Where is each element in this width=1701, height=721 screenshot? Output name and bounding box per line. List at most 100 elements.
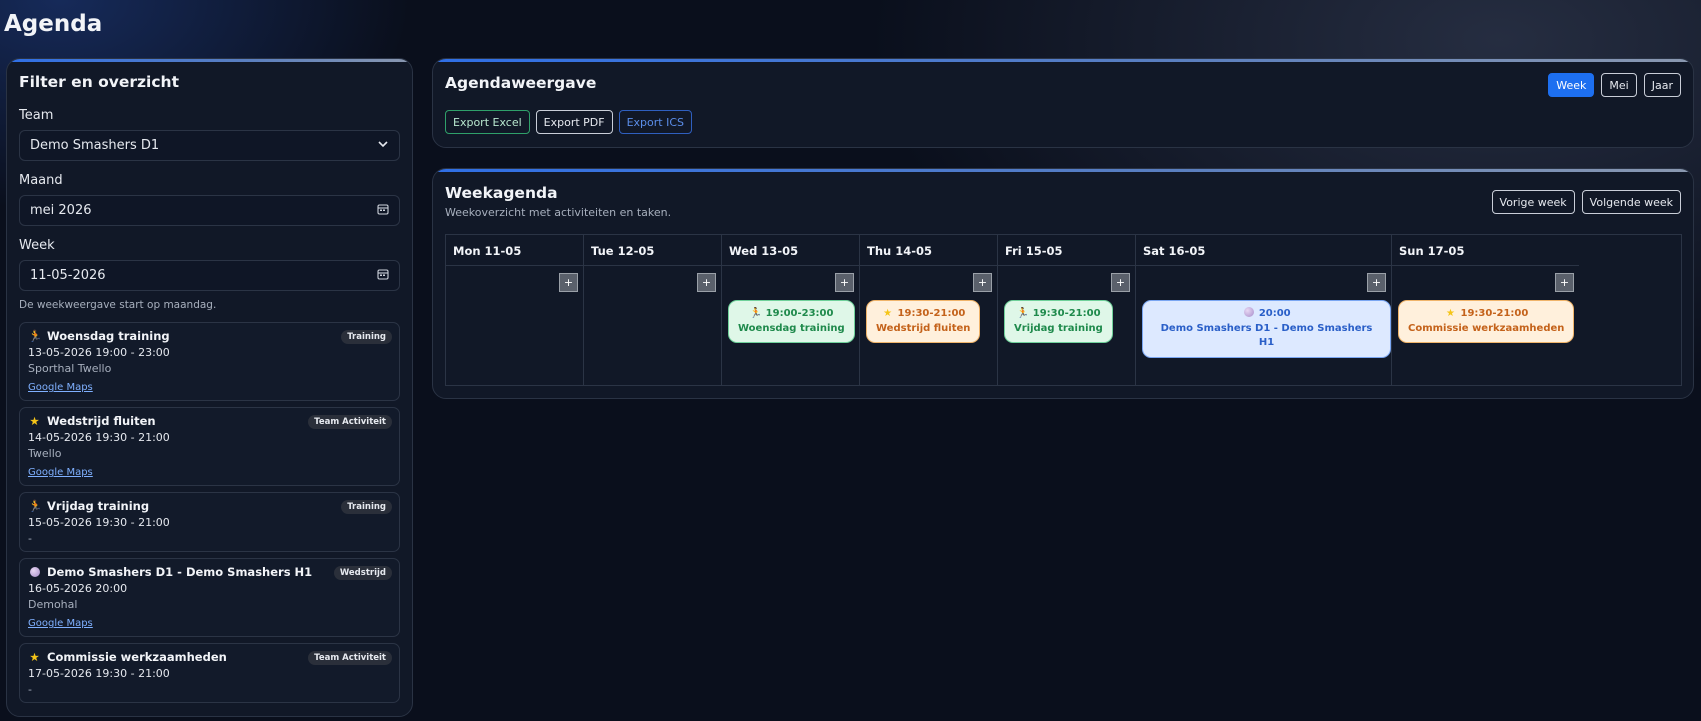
- chip-title: Vrijdag training: [1014, 322, 1103, 334]
- day-column: Sat 16-05 + 20:00 Demo Smashers D1 - Demo …: [1136, 235, 1392, 385]
- add-event-button[interactable]: +: [1111, 273, 1130, 292]
- calendar-event-chip[interactable]: 20:00 Demo Smashers D1 - Demo Smashers H1: [1142, 300, 1391, 358]
- day-header: Wed 13-05: [722, 235, 859, 266]
- event-title: Woensdag training: [47, 329, 170, 343]
- calendar-event-chip[interactable]: ★ 19:30-21:00 Commissie werkzaamheden: [1398, 300, 1575, 343]
- event-location: Twello: [28, 447, 62, 460]
- runner-icon: 🏃: [28, 329, 43, 343]
- chip-time: 19:30-21:00: [897, 308, 966, 319]
- event-item[interactable]: ★ Commissie werkzaamheden Team Activiteit 1…: [19, 643, 400, 703]
- star-icon: ★: [29, 650, 40, 664]
- day-header: Sat 16-05: [1136, 235, 1391, 266]
- add-event-button[interactable]: +: [1555, 273, 1574, 292]
- event-location: Sporthal Twello: [28, 362, 112, 375]
- calendar-event-chip[interactable]: ★ 19:30-21:00 Wedstrijd fluiten: [866, 300, 981, 343]
- month-input[interactable]: mei 2026: [19, 195, 400, 226]
- add-event-button[interactable]: +: [697, 273, 716, 292]
- add-event-button[interactable]: +: [973, 273, 992, 292]
- add-event-button[interactable]: +: [1367, 273, 1386, 292]
- chip-title: Woensdag training: [738, 322, 845, 334]
- view-mode-jaar-button[interactable]: Jaar: [1643, 73, 1681, 97]
- day-header: Fri 15-05: [998, 235, 1135, 266]
- event-title: Vrijdag training: [47, 499, 150, 513]
- event-datetime: 15-05-2026 19:30 - 21:00: [28, 516, 170, 529]
- week-input-value: 11-05-2026: [30, 268, 106, 283]
- week-panel: Weekagenda Weekoverzicht met activiteite…: [432, 168, 1694, 399]
- star-icon: ★: [1446, 308, 1456, 319]
- view-mode-toggle: Week Mei Jaar: [1548, 73, 1681, 97]
- star-icon: ★: [883, 308, 893, 319]
- week-label: Week: [19, 238, 55, 253]
- day-header: Sun 17-05: [1392, 235, 1579, 266]
- week-grid: Mon 11-05 + Tue 12-05 + Wed 13-05 + 🏃 19:00-23…: [445, 234, 1682, 386]
- event-datetime: 16-05-2026 20:00: [28, 582, 128, 595]
- event-title: Wedstrijd fluiten: [47, 414, 156, 428]
- page-title: Agenda: [4, 11, 103, 37]
- day-column: Thu 14-05 + ★ 19:30-21:00 Wedstrijd fluiten: [860, 235, 998, 385]
- chip-title: Demo Smashers D1 - Demo Smashers H1: [1160, 322, 1373, 349]
- day-header: Thu 14-05: [860, 235, 997, 266]
- event-item[interactable]: Demo Smashers D1 - Demo Smashers H1 Wedst…: [19, 558, 400, 637]
- team-label: Team: [19, 108, 54, 123]
- filter-panel: Filter en overzicht Team Demo Smashers D…: [6, 58, 413, 717]
- runner-icon: 🏃: [749, 308, 762, 319]
- event-list: 🏃 Woensdag training Training 13-05-2026 19:…: [19, 322, 400, 703]
- week-input[interactable]: 11-05-2026: [19, 260, 400, 291]
- filter-title: Filter en overzicht: [19, 73, 179, 91]
- team-select[interactable]: Demo Smashers D1: [19, 130, 400, 161]
- chip-time: 19:30-21:00: [1460, 308, 1529, 319]
- export-pdf-button[interactable]: Export PDF: [535, 110, 613, 134]
- month-label: Maand: [19, 173, 63, 188]
- month-input-value: mei 2026: [30, 203, 92, 218]
- view-title: Agendaweergave: [445, 74, 597, 92]
- day-column: Fri 15-05 + 🏃 19:30-21:00 Vrijdag training: [998, 235, 1136, 385]
- runner-icon: 🏃: [1016, 308, 1029, 319]
- google-maps-link[interactable]: Google Maps: [28, 382, 93, 393]
- runner-icon: 🏃: [28, 499, 43, 513]
- export-excel-button[interactable]: Export Excel: [445, 110, 530, 134]
- volleyball-icon: [1242, 307, 1255, 322]
- day-header: Tue 12-05: [584, 235, 721, 266]
- view-mode-week-button[interactable]: Week: [1548, 73, 1595, 97]
- event-type-badge: Wedstrijd: [333, 566, 392, 580]
- event-type-badge: Team Activiteit: [308, 651, 392, 665]
- week-help-text: De weekweergave start op maandag.: [19, 299, 217, 311]
- event-type-badge: Team Activiteit: [308, 415, 392, 429]
- event-datetime: 13-05-2026 19:00 - 23:00: [28, 346, 170, 359]
- event-item[interactable]: 🏃 Woensdag training Training 13-05-2026 19:…: [19, 322, 400, 401]
- event-datetime: 17-05-2026 19:30 - 21:00: [28, 667, 170, 680]
- export-ics-button[interactable]: Export ICS: [618, 110, 693, 134]
- day-column: Wed 13-05 + 🏃 19:00-23:00 Woensdag training: [722, 235, 860, 385]
- chip-title: Wedstrijd fluiten: [876, 322, 971, 334]
- view-panel: Agendaweergave Export Excel Export PDF E…: [432, 58, 1694, 148]
- event-item[interactable]: ★ Wedstrijd fluiten Team Activiteit 14-05-2…: [19, 407, 400, 486]
- calendar-icon[interactable]: [377, 268, 389, 284]
- chevron-down-icon: [377, 138, 389, 154]
- chip-title: Commissie werkzaamheden: [1408, 322, 1565, 334]
- next-week-button[interactable]: Volgende week: [1581, 190, 1681, 214]
- day-header: Mon 11-05: [446, 235, 583, 266]
- add-event-button[interactable]: +: [835, 273, 854, 292]
- calendar-event-chip[interactable]: 🏃 19:00-23:00 Woensdag training: [728, 300, 855, 343]
- event-type-badge: Training: [341, 500, 392, 514]
- prev-week-button[interactable]: Vorige week: [1491, 190, 1575, 214]
- day-column: Tue 12-05 +: [584, 235, 722, 385]
- event-type-badge: Training: [341, 330, 392, 344]
- google-maps-link[interactable]: Google Maps: [28, 467, 93, 478]
- chip-time: 20:00: [1258, 308, 1291, 319]
- team-select-value: Demo Smashers D1: [30, 138, 160, 153]
- google-maps-link[interactable]: Google Maps: [28, 618, 93, 629]
- event-title: Demo Smashers D1 - Demo Smashers H1: [47, 565, 313, 579]
- add-event-button[interactable]: +: [559, 273, 578, 292]
- event-item[interactable]: 🏃 Vrijdag training Training 15-05-2026 19:3…: [19, 492, 400, 552]
- chip-time: 19:00-23:00: [765, 308, 834, 319]
- event-datetime: 14-05-2026 19:30 - 21:00: [28, 431, 170, 444]
- event-location: Demohal: [28, 598, 78, 611]
- day-column: Mon 11-05 +: [446, 235, 584, 385]
- view-mode-mei-button[interactable]: Mei: [1601, 73, 1637, 97]
- chip-time: 19:30-21:00: [1032, 308, 1101, 319]
- star-icon: ★: [29, 414, 40, 428]
- calendar-icon[interactable]: [377, 203, 389, 219]
- calendar-event-chip[interactable]: 🏃 19:30-21:00 Vrijdag training: [1004, 300, 1113, 343]
- day-column: Sun 17-05 + ★ 19:30-21:00 Commissie werkzaa…: [1392, 235, 1579, 385]
